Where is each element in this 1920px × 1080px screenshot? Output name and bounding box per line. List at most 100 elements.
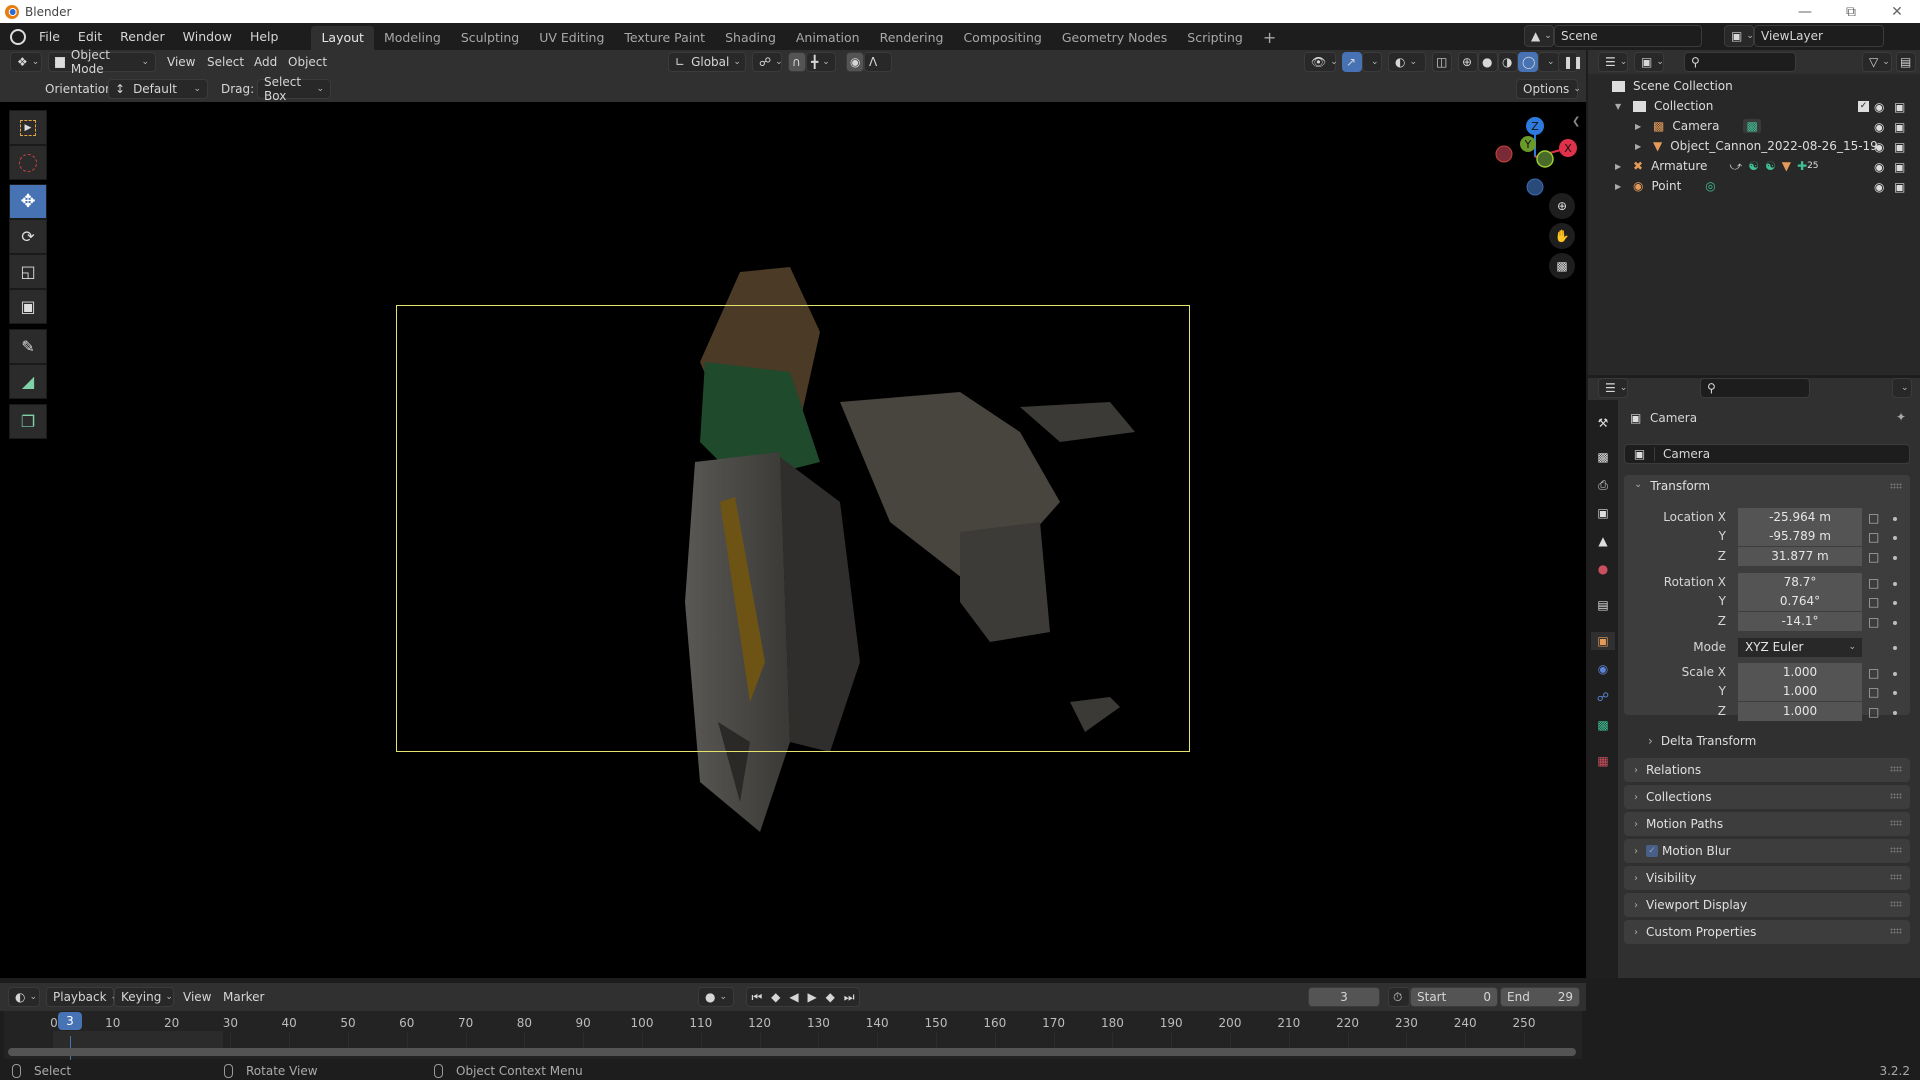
- view-layer-field[interactable]: ViewLayer: [1754, 25, 1884, 47]
- sidebar-toggle-icon[interactable]: ❮: [1572, 116, 1580, 127]
- expand-arrow-icon[interactable]: ▶: [1635, 142, 1653, 151]
- outliner-item-collection[interactable]: ▼ Collection ✓: [1588, 96, 1920, 116]
- tool-cursor[interactable]: [9, 145, 47, 180]
- pivot-point-dropdown[interactable]: ☍ ⌄: [752, 52, 783, 72]
- keyframe-dot-icon[interactable]: [1893, 691, 1897, 695]
- shading-material-icon[interactable]: ◑: [1498, 52, 1518, 72]
- outliner-item-armature[interactable]: ▶ ✖ Armature ⤻ ☯ ☯ ▼ ✚ 25: [1588, 156, 1920, 176]
- timeline-menu-view[interactable]: View: [183, 987, 211, 1007]
- rotation-mode-dropdown[interactable]: XYZ Euler ⌄: [1738, 638, 1862, 657]
- properties-editor-type[interactable]: ☰ ⌄: [1598, 378, 1628, 398]
- tool-rotate[interactable]: ⟳: [9, 219, 47, 254]
- orientation-dropdown[interactable]: ↕ Default ⌄: [108, 79, 208, 99]
- outliner-editor-type[interactable]: ☰ ⌄: [1598, 52, 1628, 72]
- outliner-display-mode[interactable]: ▣ ⌄: [1634, 52, 1664, 72]
- shading-rendered-icon[interactable]: ◯: [1518, 52, 1538, 72]
- drag-grip-icon[interactable]: [1890, 847, 1902, 853]
- outliner-item-cannon[interactable]: ▶ ▼ Object_Cannon_2022-08-26_15-19: [1588, 136, 1920, 156]
- bones-icon[interactable]: ✚: [1797, 159, 1807, 173]
- camera-data-icon[interactable]: ▩: [1743, 119, 1761, 133]
- gizmo-neg-z[interactable]: [1526, 178, 1544, 196]
- play-reverse-icon[interactable]: ◀: [789, 990, 798, 1004]
- close-button[interactable]: ✕: [1874, 0, 1920, 23]
- light-data-icon[interactable]: ◎: [1705, 179, 1715, 193]
- selectability-visibility-dropdown[interactable]: 👁 ⌄: [1304, 52, 1338, 72]
- timeline-editor-type[interactable]: ◐ ⌄: [8, 987, 40, 1007]
- zoom-view-icon[interactable]: ⊕: [1549, 193, 1575, 219]
- tab-layout[interactable]: Layout: [311, 26, 374, 50]
- jump-start-icon[interactable]: ⏮: [751, 990, 762, 1005]
- motion-paths-panel[interactable]: › Motion Paths: [1624, 812, 1910, 836]
- menu-select[interactable]: Select: [207, 52, 244, 72]
- lock-icon[interactable]: □: [1868, 685, 1880, 699]
- gizmo-toggle-icon[interactable]: ↗: [1342, 52, 1362, 72]
- keyframe-dot-icon[interactable]: [1893, 672, 1897, 676]
- lock-icon[interactable]: □: [1868, 511, 1880, 525]
- menu-window[interactable]: Window: [174, 23, 241, 50]
- visibility-eye-icon[interactable]: ◉: [1874, 160, 1884, 174]
- tool-scale[interactable]: ◱: [9, 254, 47, 289]
- shading-wireframe-icon[interactable]: ⊕: [1458, 52, 1478, 72]
- keyframe-dot-icon[interactable]: [1893, 621, 1897, 625]
- lock-icon[interactable]: □: [1868, 530, 1880, 544]
- keyframe-dot-icon[interactable]: [1893, 646, 1897, 650]
- 3d-viewport[interactable]: ▶ ✥ ⟳ ◱ ▣ ✎ ◢ ❐ Z X Y ⊕ ✋ ▩ ❮: [0, 102, 1586, 978]
- keyframe-dot-icon[interactable]: [1893, 556, 1897, 560]
- rotation-x-field[interactable]: 78.7°: [1738, 573, 1862, 592]
- timeline-scrollbar[interactable]: [8, 1048, 1576, 1056]
- jump-end-icon[interactable]: ⏭: [844, 990, 855, 1005]
- tab-animation[interactable]: Animation: [786, 26, 870, 50]
- render-camera-icon[interactable]: ▣: [1894, 160, 1905, 174]
- blender-menu-icon[interactable]: [10, 28, 26, 45]
- overlays-dropdown[interactable]: ◐ ⌄: [1388, 52, 1426, 72]
- next-keyframe-icon[interactable]: ◆: [826, 990, 835, 1004]
- expand-arrow-icon[interactable]: ▶: [1615, 182, 1633, 191]
- visibility-eye-icon[interactable]: ◉: [1874, 120, 1884, 134]
- proportional-falloff-dropdown[interactable]: Λ: [864, 52, 892, 72]
- menu-render[interactable]: Render: [111, 23, 174, 50]
- scale-z-field[interactable]: 1.000: [1738, 702, 1862, 721]
- render-camera-icon[interactable]: ▣: [1894, 100, 1905, 114]
- custom-properties-panel[interactable]: › Custom Properties: [1624, 920, 1910, 944]
- tab-texture-icon[interactable]: ▦: [1594, 752, 1612, 770]
- lock-icon[interactable]: □: [1868, 705, 1880, 719]
- keyframe-dot-icon[interactable]: [1893, 711, 1897, 715]
- properties-search-input[interactable]: ⚲: [1700, 378, 1810, 398]
- proportional-edit-icon[interactable]: ◉: [846, 52, 864, 72]
- outliner-item-camera[interactable]: ▶ ▩ Camera ▩: [1588, 116, 1920, 136]
- lock-icon[interactable]: □: [1868, 595, 1880, 609]
- drag-grip-icon[interactable]: [1890, 928, 1902, 934]
- pan-view-icon[interactable]: ✋: [1549, 223, 1575, 249]
- object-mode-dropdown[interactable]: Object Mode ⌄: [48, 48, 156, 76]
- modifier-icon[interactable]: ⤻: [1729, 159, 1742, 174]
- pose-icon[interactable]: ☯: [1765, 159, 1776, 173]
- snap-target-dropdown[interactable]: ╋ ⌄: [806, 52, 836, 72]
- keyframe-dot-icon[interactable]: [1893, 582, 1897, 586]
- render-camera-icon[interactable]: ▣: [1894, 180, 1905, 194]
- current-frame-field[interactable]: 3: [1308, 987, 1380, 1007]
- menu-help[interactable]: Help: [241, 23, 288, 50]
- play-icon[interactable]: ▶: [807, 990, 816, 1004]
- menu-view[interactable]: View: [167, 52, 195, 72]
- gizmo-dropdown[interactable]: ⌄: [1362, 52, 1382, 72]
- tab-tool-icon[interactable]: ⚒: [1594, 414, 1612, 432]
- pin-icon[interactable]: ✦: [1896, 410, 1906, 424]
- lock-icon[interactable]: □: [1868, 666, 1880, 680]
- tab-output-icon[interactable]: ⎙: [1594, 476, 1612, 494]
- tab-scripting[interactable]: Scripting: [1177, 26, 1253, 50]
- new-collection-button[interactable]: ▤: [1896, 52, 1916, 72]
- tool-transform[interactable]: ▣: [9, 289, 47, 324]
- keyframe-dot-icon[interactable]: [1893, 517, 1897, 521]
- tab-geometry-nodes[interactable]: Geometry Nodes: [1052, 26, 1177, 50]
- tab-compositing[interactable]: Compositing: [953, 26, 1051, 50]
- outliner-filter-dropdown[interactable]: ▽ ⌄: [1862, 52, 1892, 72]
- shading-options-dropdown[interactable]: ⌄: [1538, 52, 1560, 72]
- tab-rendering[interactable]: Rendering: [870, 26, 954, 50]
- armature-data-icon[interactable]: ☯: [1748, 159, 1759, 173]
- xray-toggle-icon[interactable]: ◫: [1432, 52, 1452, 72]
- add-workspace-button[interactable]: +: [1253, 26, 1286, 50]
- tool-annotate[interactable]: ✎: [9, 329, 47, 364]
- tab-uv-editing[interactable]: UV Editing: [529, 26, 614, 50]
- camera-view-icon[interactable]: ▩: [1549, 253, 1575, 279]
- keyframe-dot-icon[interactable]: [1893, 601, 1897, 605]
